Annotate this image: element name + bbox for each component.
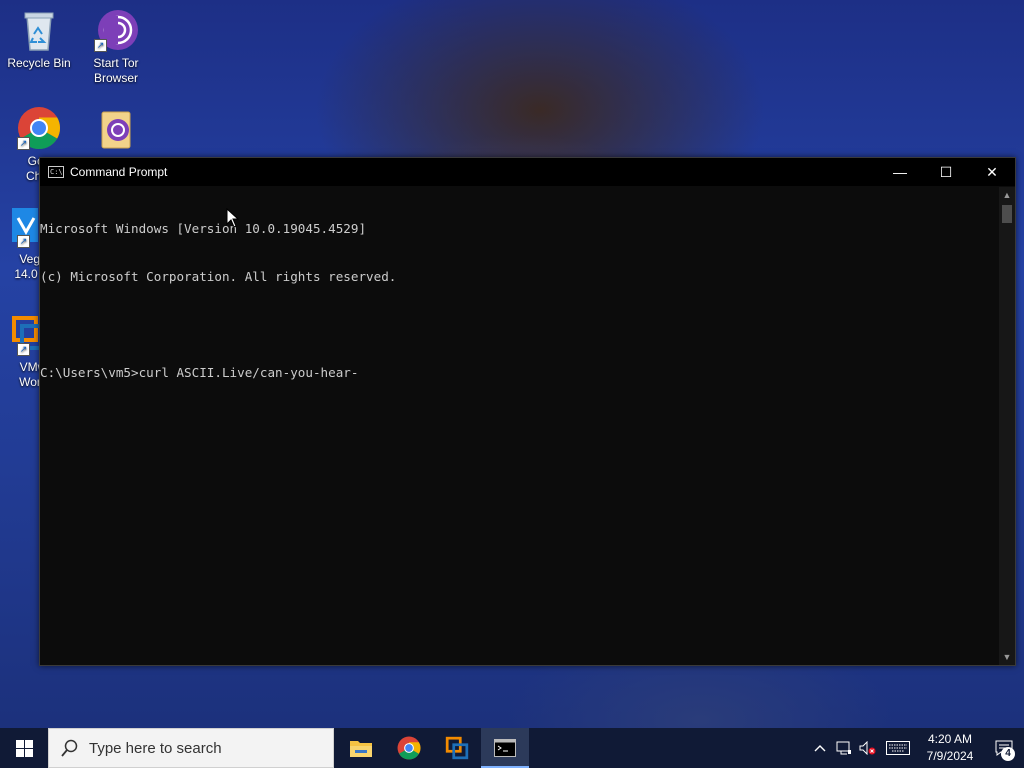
vegas-icon: ↗ (0, 204, 44, 248)
command-prompt-window[interactable]: C:\ Command Prompt — ☐ ✕ Microsoft Windo… (39, 157, 1016, 666)
shortcut-arrow-icon: ↗ (17, 137, 30, 150)
maximize-button[interactable]: ☐ (923, 158, 969, 186)
desktop-icon-label: Browser (93, 71, 138, 85)
scroll-down-arrow-icon[interactable]: ▼ (999, 649, 1015, 665)
console-line: (c) Microsoft Corporation. All rights re… (40, 269, 397, 284)
scrollbar-thumb[interactable] (1002, 205, 1012, 223)
recycle-bin-icon (17, 8, 61, 52)
vertical-scrollbar[interactable]: ▲ ▼ (999, 187, 1015, 665)
desktop-icon-recycle-bin[interactable]: Recycle Bin (1, 8, 77, 71)
taskbar-vmware[interactable] (433, 728, 481, 768)
taskbar-clock[interactable]: 4:20 AM 7/9/2024 (916, 731, 984, 765)
window-titlebar[interactable]: C:\ Command Prompt — ☐ ✕ (40, 158, 1015, 186)
taskbar-command-prompt[interactable] (481, 728, 529, 768)
desktop-icon-label: Start Tor (93, 56, 139, 70)
volume-muted-icon[interactable] (856, 728, 880, 768)
action-center-button[interactable]: 4 (984, 728, 1024, 768)
shortcut-arrow-icon: ↗ (17, 343, 30, 356)
console-line: Microsoft Windows [Version 10.0.19045.45… (40, 221, 367, 236)
desktop-icon-label: Recycle Bin (7, 56, 71, 70)
close-button[interactable]: ✕ (969, 158, 1015, 186)
start-button[interactable] (0, 728, 48, 768)
folder-icon (350, 741, 372, 757)
show-hidden-icons-chevron-icon[interactable] (808, 728, 832, 768)
tor-browser-icon: ↗ (94, 8, 138, 52)
minimize-button[interactable]: — (877, 158, 923, 186)
scroll-up-arrow-icon[interactable]: ▲ (999, 187, 1015, 203)
chrome-icon (397, 736, 421, 760)
taskbar: Type here to search 4:20 AM 7/9/2024 4 (0, 728, 1024, 768)
network-icon[interactable] (832, 728, 856, 768)
search-placeholder: Type here to search (89, 739, 222, 757)
cmd-app-icon (494, 739, 516, 757)
shortcut-arrow-icon: ↗ (17, 235, 30, 248)
window-title: Command Prompt (70, 165, 168, 179)
desktop-icon-start-tor-browser[interactable]: ↗ Start Tor Browser (78, 8, 154, 86)
vmware-icon (445, 736, 469, 760)
notification-count-badge: 4 (1001, 747, 1015, 761)
vmware-icon: ↗ (0, 312, 46, 356)
tor-folder-icon (94, 108, 138, 152)
cmd-app-icon: C:\ (48, 166, 64, 178)
taskbar-search-box[interactable]: Type here to search (48, 728, 334, 768)
windows-logo-icon (15, 739, 33, 757)
clock-date: 7/9/2024 (926, 749, 974, 763)
search-icon (61, 739, 78, 757)
taskbar-file-explorer[interactable] (337, 728, 385, 768)
taskbar-chrome[interactable] (385, 728, 433, 768)
keyboard-icon[interactable] (880, 728, 916, 768)
console-output[interactable]: Microsoft Windows [Version 10.0.19045.45… (40, 187, 999, 665)
clock-time: 4:20 AM (927, 732, 973, 746)
system-tray: 4:20 AM 7/9/2024 4 (808, 728, 1024, 768)
console-prompt-line[interactable]: C:\Users\vm5>curl ASCII.Live/can-you-hea… (40, 365, 999, 381)
shortcut-arrow-icon: ↗ (94, 39, 107, 52)
chrome-icon: ↗ (17, 106, 61, 150)
desktop-icon-tor-folder[interactable] (78, 108, 154, 156)
